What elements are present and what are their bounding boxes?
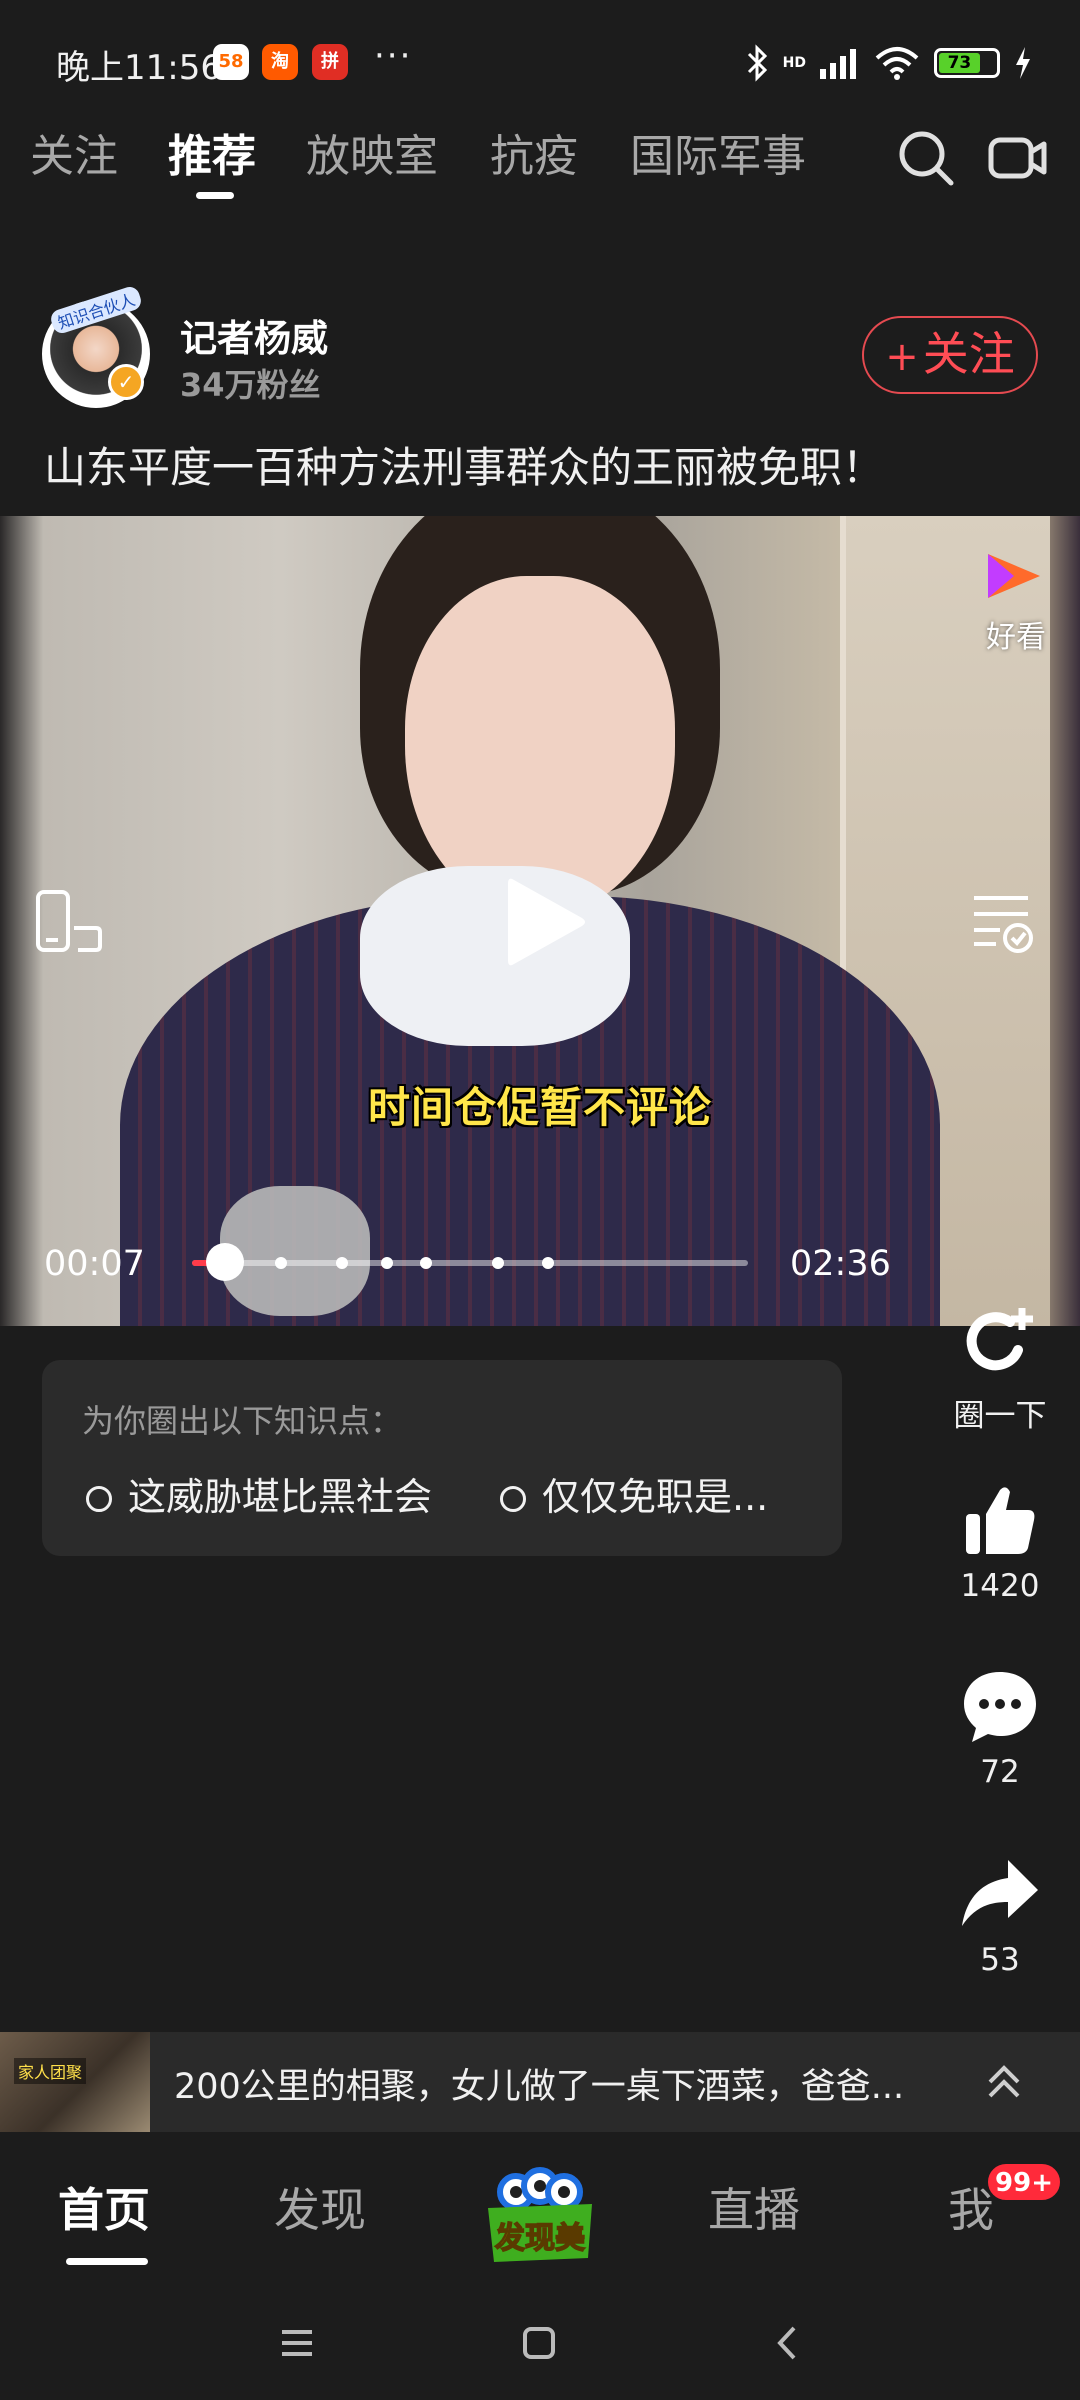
knowledge-item[interactable]: 这威胁堪比黑社会 [86, 1466, 432, 1521]
tab-international-military[interactable]: 国际军事 [630, 120, 806, 194]
tab-recommend[interactable]: 推荐 [168, 120, 256, 194]
fullscreen-rotate-icon[interactable] [34, 888, 106, 960]
comment-icon [964, 1672, 1036, 1742]
menu-icon[interactable] [272, 2318, 322, 2368]
knowledge-item-label: 这威胁堪比黑社会 [128, 1475, 433, 1519]
video-title[interactable]: 山东平度一百种方法刑事群众的王丽被免职！ [44, 434, 884, 495]
chapter-mark[interactable] [380, 1257, 393, 1269]
hd-label: HD [782, 55, 806, 71]
thumbs-up-icon [966, 1487, 1035, 1554]
author-name[interactable]: 记者杨威 [180, 308, 328, 362]
wifi-icon [875, 47, 919, 80]
tab-follow[interactable]: 关注 [30, 120, 118, 194]
status-time: 晚上11:56 [56, 48, 222, 88]
playlist-icon[interactable] [970, 888, 1036, 954]
knowledge-title: 为你圈出以下知识点： [82, 1402, 403, 1440]
knowledge-item[interactable]: 仅仅免职是... [500, 1466, 768, 1521]
status-icons: HD 73 [745, 44, 1032, 82]
like-count: 1420 [960, 1568, 1040, 1604]
comment-action[interactable]: 72 [920, 1668, 1080, 1790]
share-action[interactable]: 53 [920, 1856, 1080, 1978]
total-time: 02:36 [790, 1244, 891, 1284]
status-bar: 晚上11:56 58 淘 拼 ··· HD 73 [0, 0, 1080, 96]
follow-label: 关注 [922, 327, 1015, 381]
home-icon[interactable] [514, 2318, 564, 2368]
circle-label: 圈一下 [953, 1398, 1047, 1434]
share-icon [962, 1860, 1038, 1926]
double-chevron-up-icon[interactable] [984, 2060, 1024, 2104]
signal-icon [820, 49, 856, 79]
knowledge-points-card: 为你圈出以下知识点： 这威胁堪比黑社会 仅仅免职是... [42, 1360, 842, 1556]
app-58-icon: 58 [213, 44, 249, 80]
comment-count: 72 [980, 1754, 1020, 1790]
system-navigation-bar [0, 2290, 1080, 2400]
play-icon[interactable] [500, 872, 590, 972]
video-frame-brooch [220, 1186, 370, 1316]
video-player[interactable]: 时间仓促暂不评论 好看 00:07 02:36 [0, 516, 1080, 1326]
circle-icon [500, 1486, 526, 1512]
related-title: 200公里的相聚，女儿做了一桌下酒菜，爸爸... [174, 2067, 905, 2107]
chapter-mark[interactable] [541, 1257, 554, 1269]
haokan-label: 好看 [986, 620, 1046, 655]
bottom-tab-live[interactable]: 直播 [708, 2174, 800, 2240]
plus-icon: + [885, 334, 919, 380]
active-tab-indicator [196, 192, 234, 199]
share-count: 53 [980, 1942, 1020, 1978]
taobao-icon: 淘 [262, 44, 298, 80]
like-action[interactable]: 1420 [920, 1482, 1080, 1604]
center-logo-text: 发现美 [494, 2221, 585, 2256]
circle-refresh-icon [966, 1308, 1033, 1371]
more-notifications-icon: ··· [374, 36, 413, 76]
progress-bar[interactable] [192, 1243, 748, 1281]
video-frame-face [405, 576, 675, 916]
follow-button[interactable]: +关注 [862, 316, 1038, 394]
search-icon[interactable] [896, 128, 956, 188]
circle-action[interactable]: 圈一下 [920, 1300, 1080, 1435]
knowledge-item-label: 仅仅免职是... [542, 1475, 769, 1519]
related-thumbnail: 家人团聚 [0, 2032, 150, 2132]
bottom-tab-indicator [66, 2258, 148, 2265]
notification-badge: 99+ [986, 2162, 1062, 2202]
discover-beauty-logo[interactable]: 发现美 [480, 2158, 600, 2268]
bottom-nav: 首页 发现 发现美 直播 我 99+ [0, 2150, 1080, 2280]
circle-icon [86, 1486, 112, 1512]
video-subtitle: 时间仓促暂不评论 [367, 1083, 712, 1132]
bluetooth-icon [747, 44, 767, 82]
chapter-mark[interactable] [491, 1257, 504, 1269]
tab-anti-epidemic[interactable]: 抗疫 [490, 120, 578, 194]
chapter-mark[interactable] [419, 1257, 432, 1269]
charging-icon [1016, 47, 1030, 79]
chapter-mark[interactable] [336, 1257, 349, 1269]
bottom-tab-home[interactable]: 首页 [58, 2174, 150, 2240]
battery-icon: 73 [934, 48, 1000, 78]
back-icon[interactable] [762, 2318, 812, 2368]
related-video-bar[interactable]: 家人团聚 200公里的相聚，女儿做了一桌下酒菜，爸爸... [0, 2032, 1080, 2132]
tab-cinema[interactable]: 放映室 [306, 120, 438, 194]
discover-beauty-logo-icon: 发现美 [488, 2167, 592, 2262]
pinduoduo-icon: 拼 [312, 44, 348, 80]
author-fans-count: 34万粉丝 [180, 366, 321, 404]
chapter-mark[interactable] [274, 1257, 287, 1269]
current-time: 00:07 [44, 1244, 145, 1284]
video-camera-icon[interactable] [988, 128, 1048, 188]
related-thumb-tag: 家人团聚 [14, 2058, 87, 2084]
battery-level: 73 [939, 53, 980, 73]
bottom-tab-discover[interactable]: 发现 [274, 2174, 366, 2240]
verified-badge-icon: ✓ [108, 364, 144, 400]
